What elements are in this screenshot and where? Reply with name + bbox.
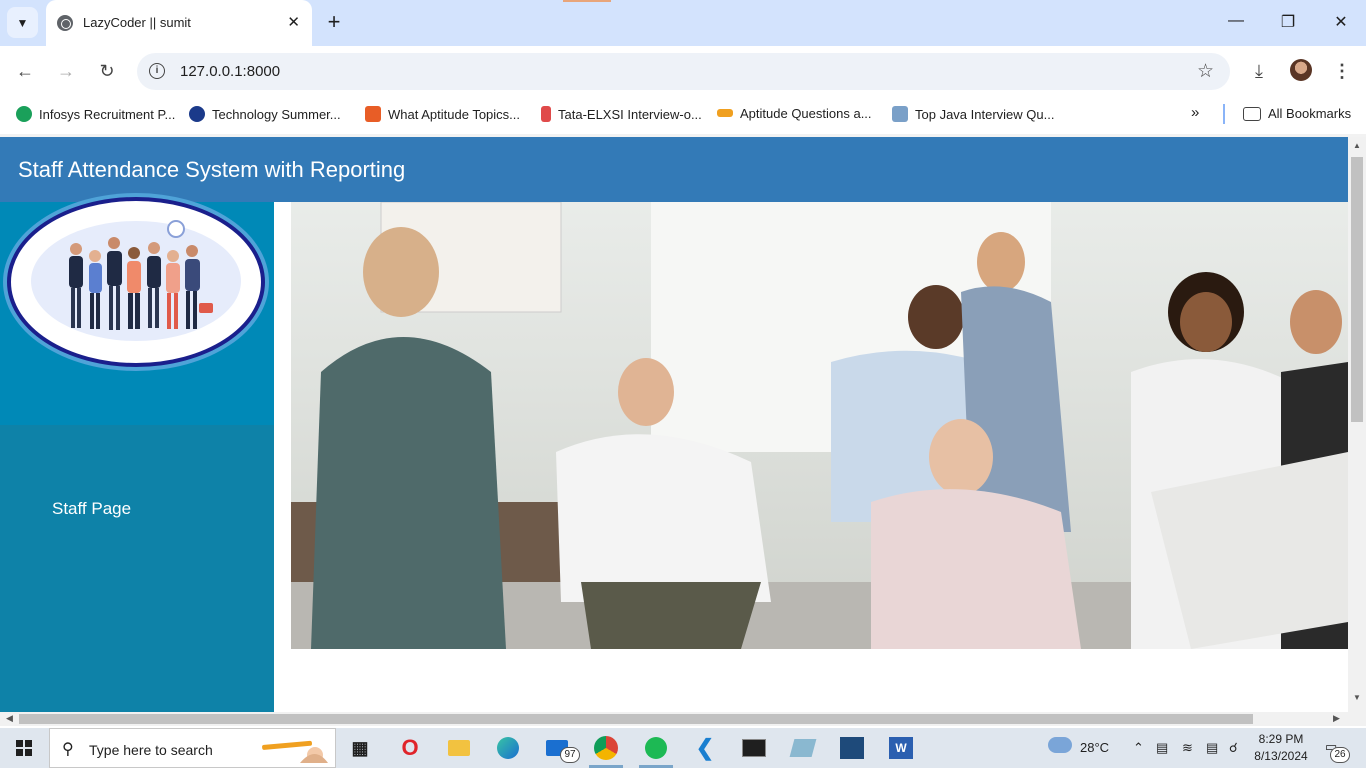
un-icon (189, 106, 205, 122)
site-info-icon[interactable]: i (149, 63, 165, 79)
vertical-scrollbar[interactable]: ▲ ▼ (1348, 137, 1366, 712)
all-bookmarks-button[interactable]: All Bookmarks (1243, 106, 1351, 121)
taskbar-search-box[interactable]: ⚲ Type here to search (49, 728, 336, 768)
clock-time: 8:29 PM (1258, 732, 1304, 746)
menu-kebab-icon[interactable]: ⋮ (1331, 60, 1353, 82)
bookmark-item[interactable]: What Aptitude Topics... (365, 106, 520, 122)
clock-date: 8/13/2024 (1254, 749, 1308, 763)
all-bookmarks-label: All Bookmarks (1268, 106, 1352, 121)
bookmark-item[interactable]: Technology Summer... (189, 106, 341, 122)
bookmark-label: Infosys Recruitment P... (39, 107, 176, 122)
bookmark-item[interactable]: Aptitude Questions a... (717, 106, 872, 121)
close-window-button[interactable]: ✕ (1331, 12, 1351, 32)
bookmark-star-icon[interactable]: ☆ (1197, 60, 1214, 83)
scroll-right-arrow-icon[interactable]: ▶ (1333, 713, 1340, 724)
infosys-icon (16, 106, 32, 122)
app-icon[interactable] (789, 734, 817, 762)
word-icon[interactable]: W (887, 734, 915, 762)
reload-button[interactable]: ↻ (96, 60, 118, 82)
weather-icon[interactable] (1048, 737, 1072, 756)
search-icon: ⚲ (62, 741, 74, 758)
weather-temp[interactable]: 28°C (1080, 740, 1109, 755)
sidebar: Staff Page (0, 197, 274, 712)
remote-app-icon[interactable] (838, 734, 866, 762)
back-button[interactable]: ← (14, 60, 36, 82)
chevron-up-icon[interactable]: ⌃ (1133, 740, 1144, 756)
mail-unread-badge: 97 (560, 747, 580, 763)
address-bar[interactable]: i 127.0.0.1:8000 ☆ (137, 53, 1230, 90)
task-view-icon[interactable]: ▦ (346, 734, 374, 762)
bookmark-label: Top Java Interview Qu... (915, 107, 1055, 122)
network-adapter-icon[interactable]: ▤ (1156, 740, 1168, 756)
tab-strip: ▼ LazyCoder || sumit ✕ + — ❐ ✕ (0, 0, 1366, 46)
opera-icon[interactable]: O (396, 734, 424, 762)
scroll-down-arrow-icon[interactable]: ▼ (1353, 693, 1361, 702)
search-highlight-illustration (262, 740, 328, 763)
battery-icon[interactable]: ▤ (1206, 740, 1218, 756)
tab-search-button[interactable]: ▼ (7, 7, 38, 38)
scroll-up-arrow-icon[interactable]: ▲ (1353, 141, 1361, 150)
chrome-icon[interactable] (592, 734, 620, 762)
bookmark-label: Aptitude Questions a... (740, 106, 872, 121)
windows-taskbar: ⚲ Type here to search ▦ O ❮ W 28°C ⌃ ▤ ≋… (0, 728, 1366, 768)
volume-icon[interactable]: ☌ (1229, 740, 1238, 756)
minimize-button[interactable]: — (1226, 12, 1246, 30)
download-icon[interactable]: ⤓ (1248, 60, 1270, 82)
sidebar-logo-area (0, 197, 274, 425)
scroll-left-arrow-icon[interactable]: ◀ (6, 713, 13, 724)
page-content: Staff Attendance System with Reporting S… (0, 137, 1348, 712)
site-header: Staff Attendance System with Reporting (0, 137, 1348, 202)
new-tab-button[interactable]: + (323, 11, 345, 33)
cq-icon (365, 106, 381, 122)
vscode-icon[interactable]: ❮ (691, 734, 719, 762)
edge-icon[interactable] (494, 734, 522, 762)
maximize-button[interactable]: ❐ (1278, 12, 1298, 32)
browser-toolbar: ← → ↻ i 127.0.0.1:8000 ☆ ⤓ ⋮ (0, 46, 1366, 96)
bookmark-item[interactable]: Tata-ELXSI Interview-o... (541, 106, 702, 122)
folder-icon (1243, 107, 1261, 121)
bookmarks-bar: Infosys Recruitment P... Technology Summ… (0, 96, 1366, 134)
tab-title: LazyCoder || sumit (83, 15, 191, 30)
terminal-icon[interactable] (740, 734, 768, 762)
java-icon (892, 106, 908, 122)
file-explorer-icon[interactable] (445, 734, 473, 762)
office-team-photo (291, 202, 1348, 649)
vertical-scroll-thumb[interactable] (1351, 157, 1363, 422)
notification-count-badge: 26 (1330, 747, 1350, 763)
bookmark-label: Tata-ELXSI Interview-o... (558, 107, 702, 122)
windows-start-icon[interactable] (16, 740, 32, 756)
site-title: Staff Attendance System with Reporting (18, 157, 406, 182)
url-text[interactable]: 127.0.0.1:8000 (180, 63, 280, 80)
browser-tab[interactable]: LazyCoder || sumit ✕ (46, 0, 312, 46)
globe-icon (57, 15, 73, 31)
bookmark-label: What Aptitude Topics... (388, 107, 520, 122)
tata-icon (541, 106, 551, 122)
chevron-down-icon: ▼ (16, 15, 29, 30)
tab-strip-accent (563, 0, 611, 2)
horizontal-scrollbar[interactable]: ◀ ▶ (0, 712, 1366, 726)
bookmark-item[interactable]: Infosys Recruitment P... (16, 106, 175, 122)
spotify-icon[interactable] (642, 734, 670, 762)
staff-page-link[interactable]: Staff Page (52, 499, 131, 519)
tab-close-icon[interactable]: ✕ (287, 13, 300, 31)
bookmark-item[interactable]: Top Java Interview Qu... (892, 106, 1054, 122)
system-clock[interactable]: 8:29 PM 8/13/2024 (1253, 731, 1309, 765)
more-bookmarks-button[interactable]: » (1191, 104, 1199, 121)
forward-button[interactable]: → (55, 60, 77, 82)
wifi-icon[interactable]: ≋ (1182, 740, 1193, 756)
hero-photo-illustration (291, 202, 1348, 649)
profile-avatar[interactable] (1290, 59, 1312, 81)
aptitude-icon (717, 109, 733, 117)
team-illustration (31, 220, 241, 341)
bookmark-label: Technology Summer... (212, 107, 341, 122)
horizontal-scroll-thumb[interactable] (19, 714, 1253, 724)
team-logo-image (7, 197, 265, 367)
taskbar-search-placeholder: Type here to search (89, 742, 213, 758)
bookmarks-divider (1223, 104, 1225, 124)
